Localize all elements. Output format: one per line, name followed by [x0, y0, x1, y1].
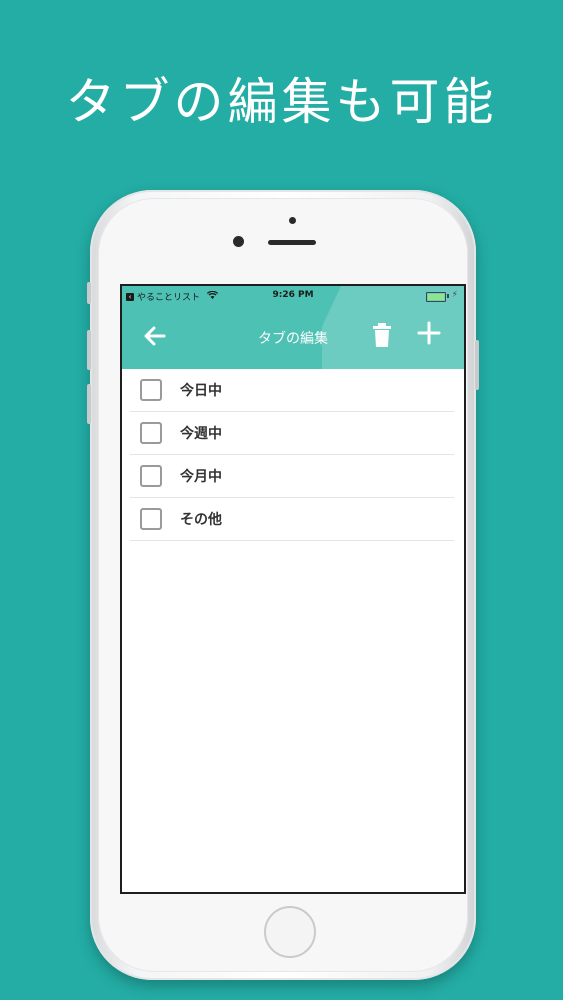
tab-checkbox[interactable]: [140, 379, 162, 401]
tab-list: 今日中 今週中 今月中 その他: [130, 369, 454, 541]
tab-checkbox[interactable]: [140, 508, 162, 530]
tab-label: 今月中: [180, 469, 222, 485]
status-bar: ‹ やることリスト 9:26 PM ⚡: [122, 286, 464, 306]
tab-checkbox[interactable]: [140, 422, 162, 444]
front-camera: [233, 236, 244, 247]
phone-screen: ‹ やることリスト 9:26 PM ⚡ タブの編集 今日中 今週中 今月中 その…: [120, 284, 466, 894]
phone-volume-up: [87, 330, 91, 370]
page-title: タブの編集: [258, 331, 328, 347]
battery-tip: [447, 294, 449, 298]
phone-side-button: [87, 282, 91, 304]
phone-volume-down: [87, 384, 91, 424]
battery-icon: [426, 292, 446, 302]
home-button[interactable]: [264, 906, 316, 958]
plus-icon[interactable]: [416, 320, 442, 346]
tab-row[interactable]: 今月中: [130, 455, 454, 498]
phone-frame: ‹ やることリスト 9:26 PM ⚡ タブの編集 今日中 今週中 今月中 その…: [87, 190, 479, 980]
tab-label: その他: [180, 512, 222, 528]
trash-icon[interactable]: [372, 322, 392, 348]
earpiece-speaker: [268, 240, 316, 245]
tab-row[interactable]: 今日中: [130, 369, 454, 412]
phone-bezel: ‹ やることリスト 9:26 PM ⚡ タブの編集 今日中 今週中 今月中 その…: [98, 198, 468, 972]
app-bar: ‹ やることリスト 9:26 PM ⚡ タブの編集: [122, 286, 464, 369]
tab-checkbox[interactable]: [140, 465, 162, 487]
phone-power-button: [475, 340, 479, 390]
status-time: 9:26 PM: [272, 290, 314, 300]
charging-bolt-icon: ⚡: [451, 290, 458, 300]
tab-label: 今週中: [180, 426, 222, 442]
tab-row[interactable]: その他: [130, 498, 454, 541]
tab-row[interactable]: 今週中: [130, 412, 454, 455]
promo-headline: タブの編集も可能: [65, 73, 498, 131]
sensor-dot: [289, 217, 296, 224]
tab-label: 今日中: [180, 383, 222, 399]
